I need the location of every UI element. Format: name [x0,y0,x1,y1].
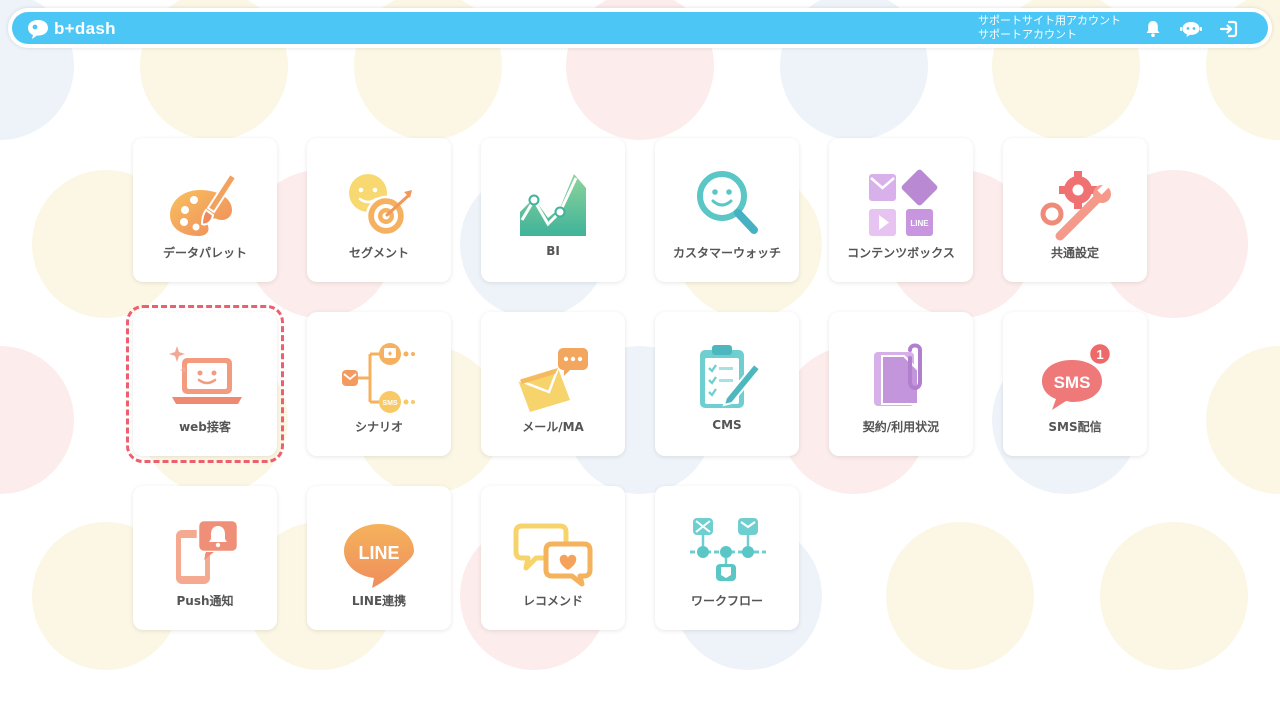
tile-contract-usage[interactable]: 契約/利用状況 [829,312,973,456]
tile-line-integration[interactable]: LINE LINE連携 [307,486,451,630]
laptop-face-icon [169,346,242,404]
palette-icon [170,172,238,236]
line-bubble-icon: LINE [344,524,414,588]
tile-label: カスタマーウォッチ [672,246,781,260]
tile-label: Push通知 [176,594,234,608]
tile-label: データパレット [162,246,247,260]
phone-bell-icon [176,518,240,584]
tile-label: CMS [712,418,742,432]
tile-label: BI [546,244,560,258]
tile-label: web接客 [179,420,231,434]
account-line-2: サポートアカウント [978,28,1077,41]
tile-customer-watch[interactable]: カスタマーウォッチ [655,138,799,282]
svg-text:LINE: LINE [910,219,929,228]
logout-icon[interactable] [1218,18,1240,40]
account-info[interactable]: サポートサイト用アカウント サポートアカウント [978,14,1121,42]
line-text: LINE [358,543,399,563]
segment-target-icon [349,174,412,237]
sms-bubble-icon: SMS 1 [1042,341,1113,410]
svg-text:SMS: SMS [1054,373,1091,392]
tile-web-service[interactable]: web接客 [126,305,284,463]
svg-text:SMS: SMS [382,400,398,407]
tile-recommend[interactable]: レコメンド [481,486,625,630]
workflow-icon [690,518,766,581]
tile-label: レコメンド [522,594,583,608]
content-box-icon: LINE [869,169,938,236]
scenario-flow-icon: SMS [342,343,415,413]
bell-icon[interactable] [1142,18,1164,40]
logo[interactable]: b+dash [26,17,116,41]
tile-cms[interactable]: CMS [655,312,799,456]
sms-badge: 1 [1096,347,1103,362]
tile-workflow[interactable]: ワークフロー [655,486,799,630]
gear-wrench-icon [1040,171,1111,241]
tile-mail-ma[interactable]: メール/MA [481,312,625,456]
tile-label: コンテンツボックス [847,246,955,260]
clipboard-pen-icon [700,345,762,408]
tile-label: 共通設定 [1050,246,1099,260]
tile-label: ワークフロー [690,594,763,608]
chat-heart-icon [513,523,593,587]
tile-label: メール/MA [522,420,584,434]
top-bar-inner: b+dash サポートサイト用アカウント サポートアカウント [12,12,1268,44]
envelope-icon [517,348,588,412]
account-line-1: サポートサイト用アカウント [978,14,1121,27]
tile-push-notification[interactable]: Push通知 [133,486,277,630]
tile-scenario[interactable]: SMS シナリオ [307,312,451,456]
tile-bi[interactable]: BI [481,138,625,282]
logo-bubble-icon [28,20,48,39]
tile-common-settings[interactable]: 共通設定 [1003,138,1147,282]
top-bar: b+dash サポートサイト用アカウント サポートアカウント [8,8,1272,48]
tile-label: SMS配信 [1048,420,1102,434]
tile-label: LINE連携 [351,594,407,608]
logo-text: b+dash [54,19,116,38]
tile-label: シナリオ [354,420,403,434]
tile-segment[interactable]: セグメント [307,138,451,282]
chat-bot-icon[interactable] [1178,18,1204,40]
document-clip-icon [874,343,922,406]
tile-label: 契約/利用状況 [862,420,940,434]
tile-content-box[interactable]: LINE コンテンツボックス [829,138,973,282]
tile-label: セグメント [348,246,409,260]
bi-chart-icon [520,174,586,236]
tile-sms-delivery[interactable]: SMS 1 SMS配信 [1003,312,1147,456]
tile-data-palette[interactable]: データパレット [133,138,277,282]
magnifier-face-icon [697,171,758,234]
